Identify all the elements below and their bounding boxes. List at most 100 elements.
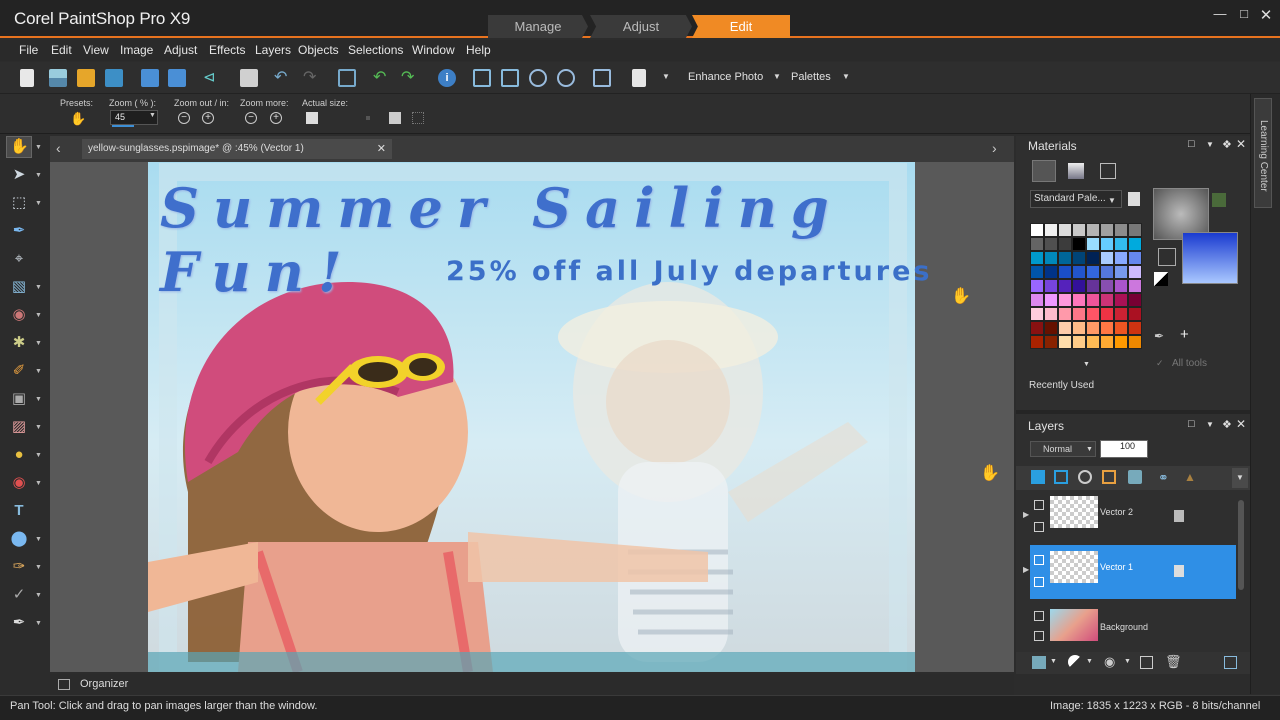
eraser-tool-icon[interactable]: ▨: [10, 418, 28, 436]
fit-icon[interactable]: [389, 112, 401, 124]
opacity-field[interactable]: 100: [1100, 440, 1148, 458]
color-swatch[interactable]: [1030, 335, 1044, 349]
color-swatch[interactable]: [1030, 321, 1044, 335]
chevron-down-icon[interactable]: ▼: [35, 200, 42, 207]
color-swatch[interactable]: [1128, 321, 1142, 335]
color-swatch[interactable]: [1128, 279, 1142, 293]
undo-icon[interactable]: ↶: [274, 69, 292, 87]
chevron-down-icon[interactable]: ▼: [773, 72, 781, 81]
zoom-out-icon[interactable]: [529, 69, 547, 87]
menu-image[interactable]: Image: [120, 43, 153, 57]
save-as-icon[interactable]: [168, 69, 186, 87]
dodge-tool-icon[interactable]: ●: [10, 446, 28, 464]
close-tab-icon[interactable]: ✕: [377, 139, 386, 159]
zoom-actual-icon[interactable]: [473, 69, 491, 87]
mask-icon[interactable]: [1128, 470, 1142, 484]
color-swatch[interactable]: [1072, 265, 1086, 279]
selection-tool-icon[interactable]: ⬚: [10, 194, 28, 212]
color-swatch[interactable]: [1044, 293, 1058, 307]
color-swatch[interactable]: [1044, 335, 1058, 349]
menu-effects[interactable]: Effects: [209, 43, 245, 57]
close-icon[interactable]: ✕: [1256, 6, 1276, 24]
chevron-down-icon[interactable]: ▼: [1086, 658, 1093, 665]
color-swatch[interactable]: [1072, 223, 1086, 237]
swap-colors-icon[interactable]: [1158, 248, 1176, 266]
pin-icon[interactable]: ❖: [1222, 138, 1232, 151]
expand-layer-icon[interactable]: ▶: [1023, 510, 1029, 519]
layer-lock-icon[interactable]: [1174, 510, 1184, 522]
makeover-tool-icon[interactable]: ✱: [10, 334, 28, 352]
smudge-tool-icon[interactable]: ✒: [10, 614, 28, 632]
close-panel-icon[interactable]: ✕: [1236, 137, 1246, 151]
panel-restore-icon[interactable]: □: [1188, 138, 1195, 150]
shape-tool-icon[interactable]: ⬤: [10, 530, 28, 548]
chevron-down-icon[interactable]: ▼: [1108, 196, 1116, 205]
crop-tool-icon[interactable]: ⌖: [10, 250, 28, 268]
color-swatch[interactable]: [1128, 265, 1142, 279]
menu-help[interactable]: Help: [466, 43, 491, 57]
chevron-down-icon[interactable]: ▼: [35, 536, 42, 543]
recent-color-swatch[interactable]: [1212, 193, 1226, 207]
chevron-down-icon[interactable]: ▼: [35, 564, 42, 571]
dropper-tool-icon[interactable]: ✒: [10, 222, 28, 240]
chevron-down-icon[interactable]: ▼: [35, 592, 42, 599]
chevron-down-icon[interactable]: ▼: [1083, 361, 1090, 368]
zoom-more-out-icon[interactable]: −: [245, 112, 257, 124]
undo-green-icon[interactable]: ↶: [373, 69, 391, 87]
color-swatch[interactable]: [1100, 223, 1114, 237]
color-swatch[interactable]: [1100, 279, 1114, 293]
pin-icon[interactable]: ❖: [1222, 418, 1232, 431]
tab-manage[interactable]: Manage: [488, 15, 588, 38]
color-swatch[interactable]: [1072, 237, 1086, 251]
fit-window-icon[interactable]: [501, 69, 519, 87]
color-swatch[interactable]: [1030, 237, 1044, 251]
merge-icon[interactable]: [1140, 656, 1153, 669]
hand-icon[interactable]: ✋: [70, 111, 86, 127]
chevron-down-icon[interactable]: ▼: [35, 172, 42, 179]
color-swatch[interactable]: [1100, 335, 1114, 349]
fill-window-icon[interactable]: [412, 112, 424, 124]
pen-tool-icon[interactable]: ✑: [10, 558, 28, 576]
color-swatch[interactable]: [1072, 293, 1086, 307]
organizer-bar[interactable]: Organizer: [50, 674, 1014, 695]
layer-options-icon[interactable]: [1034, 631, 1044, 641]
zoom-more-in-icon[interactable]: +: [270, 112, 282, 124]
menu-adjust[interactable]: Adjust: [164, 43, 197, 57]
lock-icon[interactable]: ▲: [1184, 470, 1196, 484]
layer-properties-icon[interactable]: [1224, 656, 1237, 669]
layer-row-vector-2[interactable]: ▶ Vector 2: [1023, 490, 1236, 544]
color-swatch[interactable]: [1100, 251, 1114, 265]
frame-tab-icon[interactable]: [1032, 160, 1056, 182]
color-swatch[interactable]: [1058, 279, 1072, 293]
color-swatch[interactable]: [1114, 293, 1128, 307]
color-swatch[interactable]: [1044, 251, 1058, 265]
gradient-tab-icon[interactable]: [1068, 163, 1084, 179]
chevron-down-icon[interactable]: ▼: [35, 424, 42, 431]
chevron-down-icon[interactable]: ▼: [149, 112, 156, 119]
color-swatch[interactable]: [1030, 251, 1044, 265]
new-file-icon[interactable]: [20, 69, 34, 87]
layer-style-icon[interactable]: [1102, 470, 1116, 484]
chevron-down-icon[interactable]: ▼: [35, 620, 42, 627]
straighten-tool-icon[interactable]: ▧: [10, 278, 28, 296]
color-swatch[interactable]: [1030, 265, 1044, 279]
expand-layer-icon[interactable]: ▶: [1023, 565, 1029, 574]
mask-bottom-icon[interactable]: ◉: [1104, 654, 1115, 670]
chevron-down-icon[interactable]: ▼: [35, 452, 42, 459]
color-swatch[interactable]: [1044, 321, 1058, 335]
menu-edit[interactable]: Edit: [51, 43, 72, 57]
chevron-down-icon[interactable]: ▼: [35, 396, 42, 403]
delete-layer-icon[interactable]: 🗑: [1165, 654, 1182, 670]
palette-options-icon[interactable]: [1128, 192, 1140, 206]
color-swatch[interactable]: [1100, 265, 1114, 279]
color-swatch[interactable]: [1128, 251, 1142, 265]
tab-edit[interactable]: Edit: [692, 15, 790, 38]
color-swatch[interactable]: [1128, 307, 1142, 321]
layer-options-icon[interactable]: [1034, 577, 1044, 587]
color-swatch[interactable]: [1058, 251, 1072, 265]
visibility-icon[interactable]: [1034, 500, 1044, 510]
color-swatch[interactable]: [1100, 237, 1114, 251]
color-swatch[interactable]: [1128, 293, 1142, 307]
adjustment-layer-icon[interactable]: [1078, 470, 1092, 484]
chevron-down-icon[interactable]: ▼: [35, 340, 42, 347]
